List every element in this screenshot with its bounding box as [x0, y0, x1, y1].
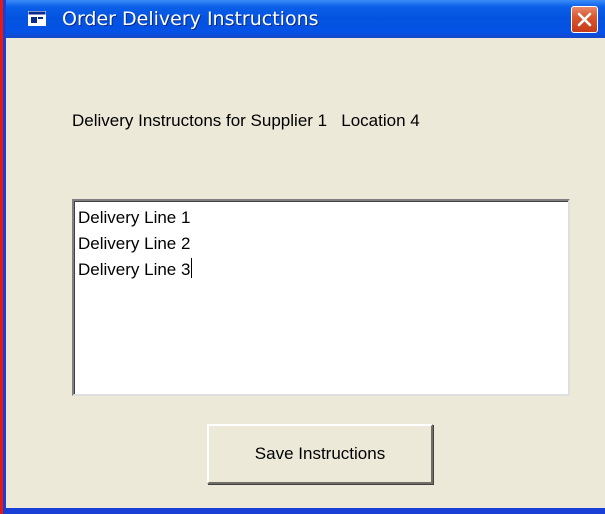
- dialog-window: Order Delivery Instructions Delivery Ins…: [0, 0, 605, 514]
- textarea-line: Delivery Line 1: [78, 208, 191, 227]
- textarea-line: Delivery Line 2: [78, 234, 191, 253]
- window-edge-highlight: [0, 0, 3, 514]
- save-instructions-button[interactable]: Save Instructions: [207, 424, 433, 484]
- delivery-instructions-textarea[interactable]: Delivery Line 1 Delivery Line 2 Delivery…: [72, 199, 570, 396]
- delivery-instructions-label: Delivery Instructons for Supplier 1 Loca…: [72, 111, 420, 130]
- text-caret: [191, 258, 193, 278]
- window-app-icon: [28, 11, 46, 26]
- textarea-line-text: Delivery Line 3: [78, 260, 191, 279]
- close-button[interactable]: [571, 6, 598, 33]
- save-button-label: Save Instructions: [254, 444, 386, 463]
- textarea-line-last: Delivery Line 3: [78, 257, 564, 283]
- title-bar[interactable]: Order Delivery Instructions: [6, 0, 605, 38]
- window-title: Order Delivery Instructions: [62, 8, 319, 30]
